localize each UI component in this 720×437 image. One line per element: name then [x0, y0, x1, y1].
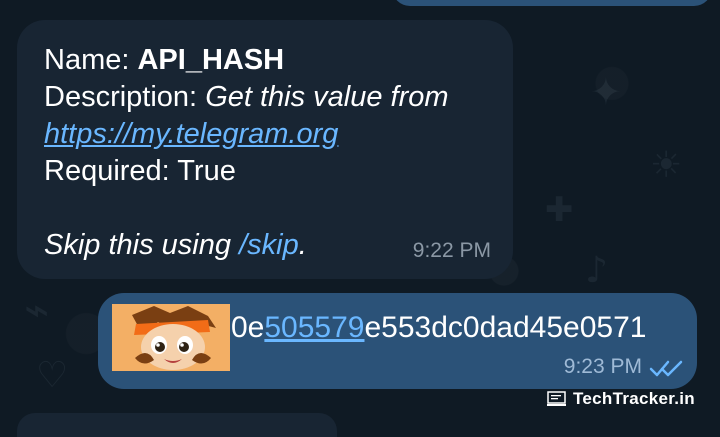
outgoing-message-bubble[interactable]: 0e505579e553dc0dad45e0571 9:23 PM	[98, 293, 697, 389]
skip-suffix: .	[298, 229, 307, 261]
previous-outgoing-message-edge	[392, 0, 712, 6]
doodle-rocket-icon: ⌁	[24, 285, 50, 334]
description-line: Description: Get this value from	[44, 79, 492, 116]
doodle-bone-icon: ✚	[545, 190, 574, 230]
hash-prefix: 0e	[231, 311, 265, 344]
name-value: API_HASH	[137, 44, 285, 76]
doodle-star-icon: ✦	[590, 70, 622, 114]
required-line: Required: True	[44, 153, 492, 190]
required-value: True	[177, 155, 236, 187]
incoming-message-time: 9:22 PM	[412, 239, 491, 262]
description-value: Get this value from	[205, 81, 449, 113]
laptop-icon	[546, 391, 566, 406]
telegram-link[interactable]: https://my.telegram.org	[44, 118, 338, 150]
skip-prefix: Skip this using	[44, 229, 231, 261]
name-line: Name: API_HASH	[44, 42, 492, 79]
hash-suffix: e553dc0dad45e0571	[364, 311, 647, 344]
api-hash-message-text: 0e505579e553dc0dad45e0571	[231, 310, 646, 346]
incoming-message-text: Name: API_HASH Description: Get this val…	[44, 42, 492, 264]
outgoing-message-time: 9:23 PM	[563, 355, 642, 378]
double-check-icon	[649, 360, 683, 377]
name-label: Name:	[44, 44, 130, 76]
skip-command-link[interactable]: /skip	[239, 229, 299, 261]
doodle-heart-icon: ♡	[36, 355, 69, 396]
description-label: Description:	[44, 81, 198, 113]
anime-boy-avatar-icon	[112, 304, 230, 371]
required-label: Required:	[44, 155, 170, 187]
doodle-sun-icon: ☀	[650, 145, 683, 186]
doodle-note-icon: ♪	[585, 250, 608, 291]
incoming-message-bubble[interactable]: Name: API_HASH Description: Get this val…	[17, 20, 513, 279]
link-line: https://my.telegram.org	[44, 116, 492, 153]
hash-number-link[interactable]: 505579	[264, 311, 364, 344]
watermark-text: TechTracker.in	[572, 389, 695, 408]
watermark: TechTracker.in	[546, 389, 695, 409]
